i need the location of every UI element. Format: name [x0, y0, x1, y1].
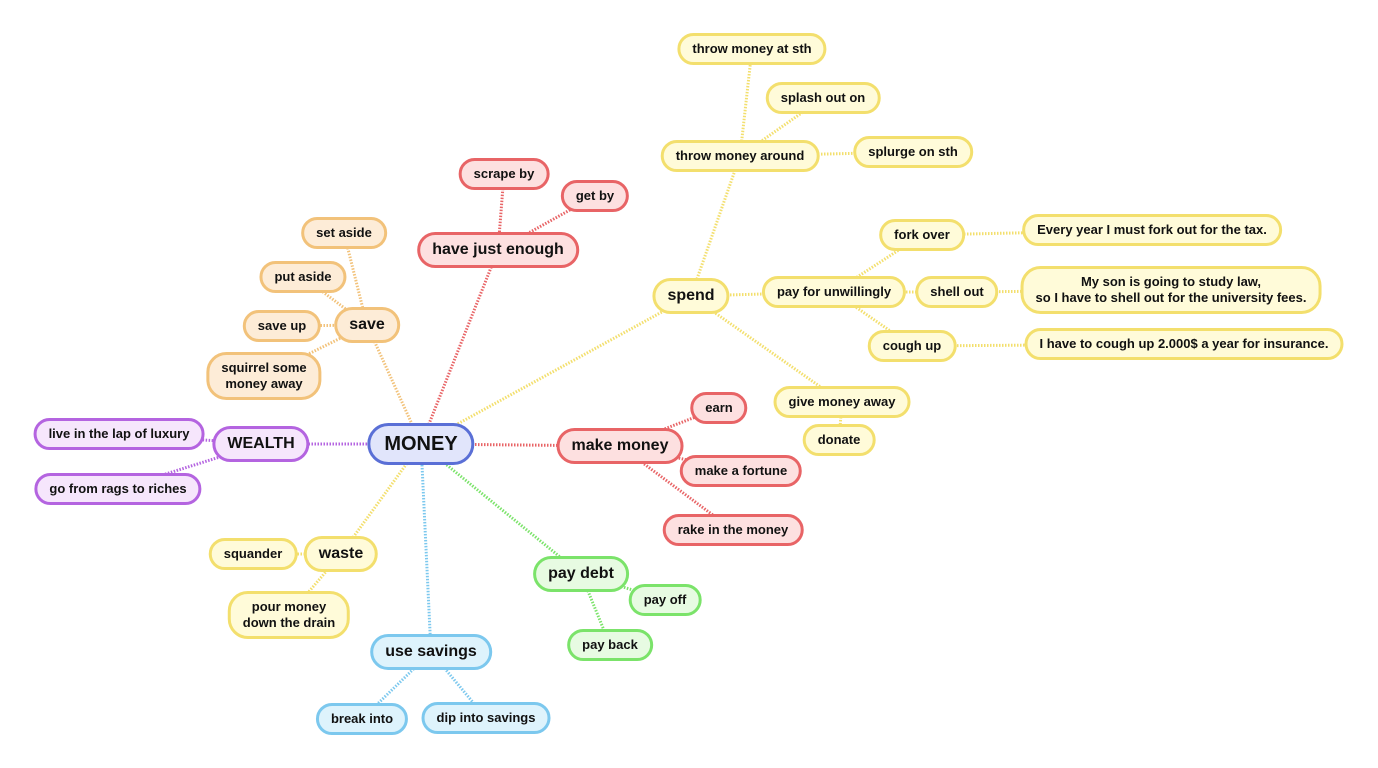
node-donate[interactable]: donate — [802, 424, 876, 456]
node-have-just-enough[interactable]: have just enough — [417, 232, 579, 268]
node-live-in-the-lap-of-luxury[interactable]: live in the lap of luxury — [33, 418, 205, 450]
node-get-by[interactable]: get by — [560, 180, 630, 212]
node-squander[interactable]: squander — [208, 538, 298, 570]
node-example-cough-up[interactable]: I have to cough up 2.000$ a year for ins… — [1024, 328, 1344, 360]
connector-spend-throw_money_around — [689, 155, 742, 297]
node-example-fork-out[interactable]: Every year I must fork out for the tax. — [1022, 214, 1282, 246]
node-pay-back[interactable]: pay back — [567, 629, 653, 661]
node-shell-out[interactable]: shell out — [915, 276, 999, 308]
node-squirrel-some-money-away[interactable]: squirrel some money away — [206, 352, 322, 400]
node-put-aside[interactable]: put aside — [259, 261, 347, 293]
node-example-shell-out[interactable]: My son is going to study law, so I have … — [1020, 266, 1322, 314]
node-earn[interactable]: earn — [690, 392, 748, 424]
node-save[interactable]: save — [334, 307, 400, 343]
node-give-money-away[interactable]: give money away — [773, 386, 911, 418]
node-throw-money-at-sth[interactable]: throw money at sth — [677, 33, 827, 65]
node-waste[interactable]: waste — [303, 536, 379, 572]
node-throw-money-around[interactable]: throw money around — [660, 140, 820, 172]
node-scrape-by[interactable]: scrape by — [458, 158, 550, 190]
node-use-savings[interactable]: use savings — [370, 634, 492, 670]
connector-money-have_just_enough — [419, 249, 500, 445]
node-go-from-rags-to-riches[interactable]: go from rags to riches — [34, 473, 202, 505]
node-fork-over[interactable]: fork over — [879, 219, 965, 251]
node-wealth[interactable]: WEALTH — [212, 426, 310, 462]
node-pay-off[interactable]: pay off — [628, 584, 702, 616]
connector-money-use_savings — [419, 443, 433, 653]
node-dip-into-savings[interactable]: dip into savings — [421, 702, 551, 734]
node-splash-out-on[interactable]: splash out on — [765, 82, 881, 114]
node-make-a-fortune[interactable]: make a fortune — [679, 455, 803, 487]
node-pour-money-down-the-drain[interactable]: pour money down the drain — [227, 591, 351, 639]
node-break-into[interactable]: break into — [315, 703, 409, 735]
node-splurge-on-sth[interactable]: splurge on sth — [853, 136, 973, 168]
node-make-money[interactable]: make money — [556, 428, 684, 464]
node-pay-debt[interactable]: pay debt — [533, 556, 629, 592]
node-cough-up[interactable]: cough up — [867, 330, 957, 362]
node-pay-for-unwillingly[interactable]: pay for unwillingly — [761, 276, 907, 308]
node-money[interactable]: MONEY — [367, 423, 475, 465]
node-set-aside[interactable]: set aside — [301, 217, 387, 249]
node-spend[interactable]: spend — [652, 278, 730, 314]
connector-money-spend — [420, 294, 692, 446]
node-save-up[interactable]: save up — [242, 310, 322, 342]
node-rake-in-the-money[interactable]: rake in the money — [662, 514, 804, 546]
